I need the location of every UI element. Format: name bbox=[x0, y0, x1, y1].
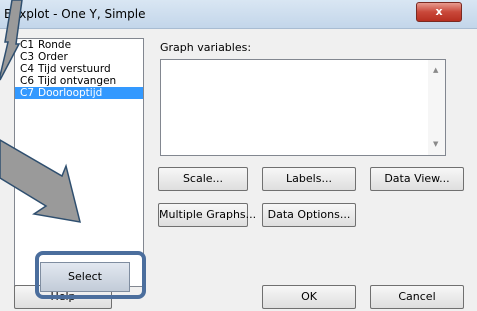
annotation-arrow-icon bbox=[0, 139, 82, 223]
annotation-arrow-icon bbox=[0, 0, 23, 81]
annotation-arrows bbox=[0, 0, 82, 223]
